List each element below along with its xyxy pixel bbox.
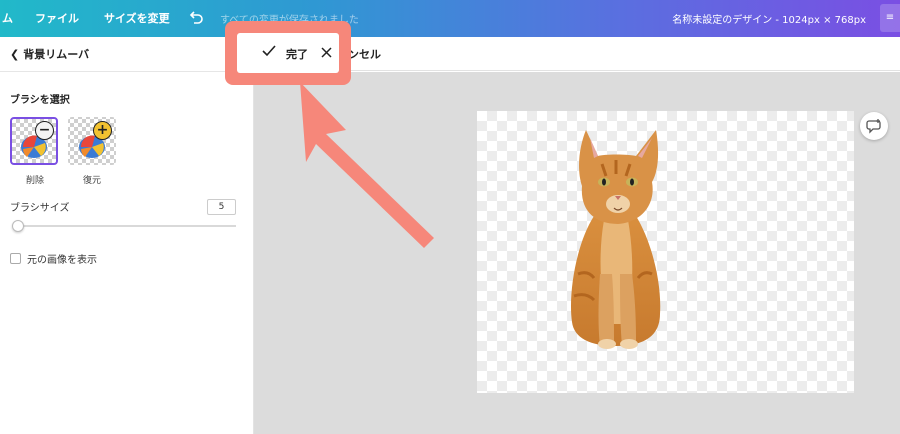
top-bar: ム ファイル サイズを変更 すべての変更が保存されました 名称未設定のデザイン … (0, 0, 900, 37)
brush-size-slider-track[interactable] (14, 225, 236, 227)
show-original-checkbox[interactable] (10, 253, 21, 264)
home-menu-partial[interactable]: ム (2, 10, 13, 26)
erase-brush-button[interactable]: − (10, 117, 58, 165)
brush-size-label: ブラシサイズ (10, 203, 70, 214)
background-remover-panel: ❮ 背景リムーバ ブラシを選択 − + 削除 復元 ブラシサイズ 5 元の画像を表… (0, 37, 254, 434)
comment-add-icon (866, 119, 881, 134)
back-label: 背景リムーバ (23, 48, 90, 61)
cat-photo[interactable] (564, 124, 668, 350)
file-menu[interactable]: ファイル (35, 10, 79, 26)
minus-icon: − (35, 121, 54, 140)
brush-size-slider-handle[interactable] (12, 220, 24, 232)
close-icon[interactable] (321, 47, 332, 58)
check-icon[interactable] (262, 45, 276, 57)
divider (0, 71, 254, 72)
erase-caption: 削除 (26, 176, 45, 186)
resize-menu[interactable]: サイズを変更 (104, 10, 170, 26)
brush-size-input[interactable]: 5 (207, 199, 236, 215)
chevron-left-icon: ❮ (10, 48, 20, 61)
document-title[interactable]: 名称未設定のデザイン - 1024px × 768px (672, 11, 866, 26)
show-original-label: 元の画像を表示 (27, 255, 97, 266)
undo-icon[interactable] (188, 9, 204, 25)
add-comment-button[interactable] (860, 112, 888, 140)
restore-caption: 復元 (83, 176, 102, 186)
menu-button[interactable]: ≡ (880, 4, 900, 32)
plus-icon: + (93, 121, 112, 140)
restore-brush-button[interactable]: + (68, 117, 116, 165)
done-button[interactable]: 完了 (286, 46, 308, 62)
back-button[interactable]: ❮ 背景リムーバ (10, 46, 89, 62)
show-original-toggle[interactable]: 元の画像を表示 (10, 251, 97, 266)
brush-heading: ブラシを選択 (10, 95, 70, 106)
